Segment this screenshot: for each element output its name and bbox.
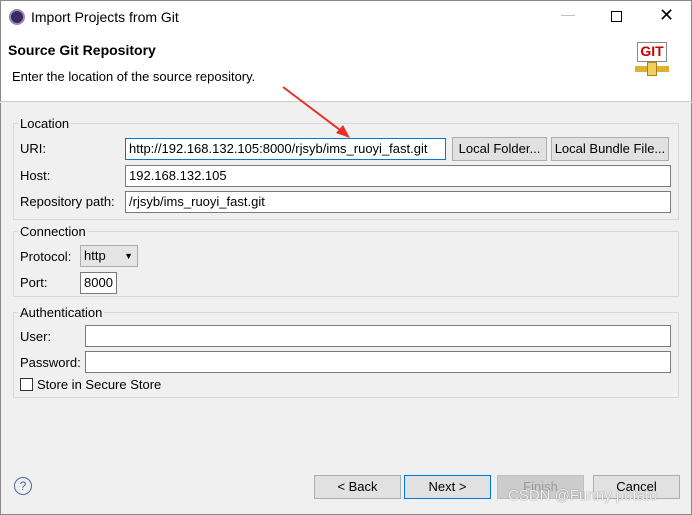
port-label: Port:: [20, 275, 48, 290]
maximize-button[interactable]: [611, 11, 622, 22]
local-folder-button[interactable]: Local Folder...: [452, 137, 547, 161]
user-label: User:: [20, 329, 52, 344]
repository-path-label: Repository path:: [20, 194, 115, 209]
page-title: Source Git Repository: [8, 42, 156, 58]
uri-label: URI:: [20, 141, 46, 156]
close-button[interactable]: ✕: [659, 5, 674, 26]
next-button[interactable]: Next >: [404, 475, 491, 499]
title-bar: Import Projects from Git — ✕: [0, 0, 692, 32]
user-input[interactable]: [85, 325, 671, 347]
help-icon[interactable]: ?: [14, 477, 32, 495]
local-bundle-file-button[interactable]: Local Bundle File...: [551, 137, 669, 161]
annotation-arrow: [282, 86, 350, 138]
minimize-button[interactable]: —: [561, 6, 575, 22]
window-title: Import Projects from Git: [31, 9, 179, 25]
host-label: Host:: [20, 168, 51, 183]
watermark: CSDN @Funny potato: [508, 487, 658, 504]
secure-store-label: Store in Secure Store: [37, 377, 162, 392]
chevron-down-icon: ▼: [124, 251, 133, 261]
password-label: Password:: [20, 355, 81, 370]
connection-legend: Connection: [18, 224, 88, 239]
secure-store-checkbox[interactable]: [20, 378, 33, 391]
host-input[interactable]: 192.168.132.105: [125, 165, 671, 187]
protocol-select[interactable]: http ▼: [80, 245, 138, 267]
page-description: Enter the location of the source reposit…: [12, 69, 256, 84]
git-logo-icon: GIT: [635, 42, 669, 78]
password-input[interactable]: [85, 351, 671, 373]
location-legend: Location: [18, 116, 72, 131]
port-input[interactable]: 8000: [80, 272, 117, 294]
back-button[interactable]: < Back: [314, 475, 401, 499]
protocol-label: Protocol:: [20, 249, 72, 264]
authentication-legend: Authentication: [18, 305, 105, 320]
eclipse-icon: [9, 9, 25, 25]
repository-path-input[interactable]: /rjsyb/ims_ruoyi_fast.git: [125, 191, 671, 213]
